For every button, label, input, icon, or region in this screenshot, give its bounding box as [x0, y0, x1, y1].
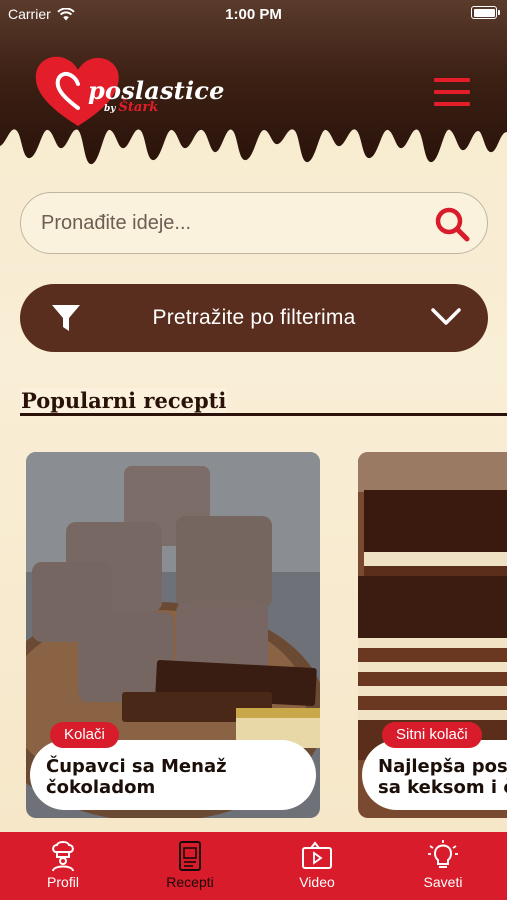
- recipe-book-icon: [179, 841, 201, 871]
- search-input[interactable]: [41, 193, 421, 253]
- logo-brand: Štark: [118, 100, 159, 115]
- battery-icon: [471, 6, 500, 19]
- status-bar: Carrier 1:00 PM: [0, 0, 507, 30]
- section-title: Popularni recepti: [20, 388, 228, 413]
- hamburger-menu-button[interactable]: [432, 78, 472, 106]
- video-icon: [302, 841, 332, 869]
- chevron-down-icon: [431, 308, 461, 325]
- chef-icon: [52, 841, 74, 872]
- status-time: 1:00 PM: [225, 6, 282, 23]
- tab-video[interactable]: Video: [272, 840, 362, 890]
- card-title-box: Najlepša pos sa keksom i č: [362, 740, 507, 810]
- section-divider: [20, 413, 507, 416]
- filter-label: Pretražite po filterima: [152, 306, 356, 329]
- tab-recepti[interactable]: Recepti: [145, 840, 235, 890]
- card-category-badge: Sitni kolači: [382, 722, 482, 748]
- tab-profil[interactable]: Profil: [18, 840, 108, 890]
- bottom-tab-bar: Profil Recepti Video Saveti: [0, 832, 507, 900]
- logo-by: by: [104, 104, 116, 114]
- search-icon[interactable]: [433, 205, 471, 243]
- card-title: Najlepša pos sa keksom i č: [378, 756, 507, 798]
- card-title: Čupavci sa Menaž čokoladom: [46, 756, 227, 798]
- recipe-card[interactable]: Kolači Čupavci sa Menaž čokoladom: [26, 452, 320, 818]
- tab-label: Recepti: [166, 874, 214, 890]
- tab-label: Video: [299, 874, 335, 890]
- search-bar: [20, 192, 488, 254]
- app-header: Carrier 1:00 PM poslastice by Štark: [0, 0, 507, 170]
- card-category-badge: Kolači: [50, 722, 119, 748]
- filter-dropdown-button[interactable]: Pretražite po filterima: [20, 284, 488, 352]
- tab-label: Saveti: [423, 874, 463, 890]
- lightbulb-icon: [428, 840, 458, 868]
- recipe-card[interactable]: Sitni kolači Najlepša pos sa keksom i č: [358, 452, 507, 818]
- tab-label: Profil: [47, 874, 79, 890]
- card-title-box: Čupavci sa Menaž čokoladom: [30, 740, 316, 810]
- tab-saveti[interactable]: Saveti: [398, 840, 488, 890]
